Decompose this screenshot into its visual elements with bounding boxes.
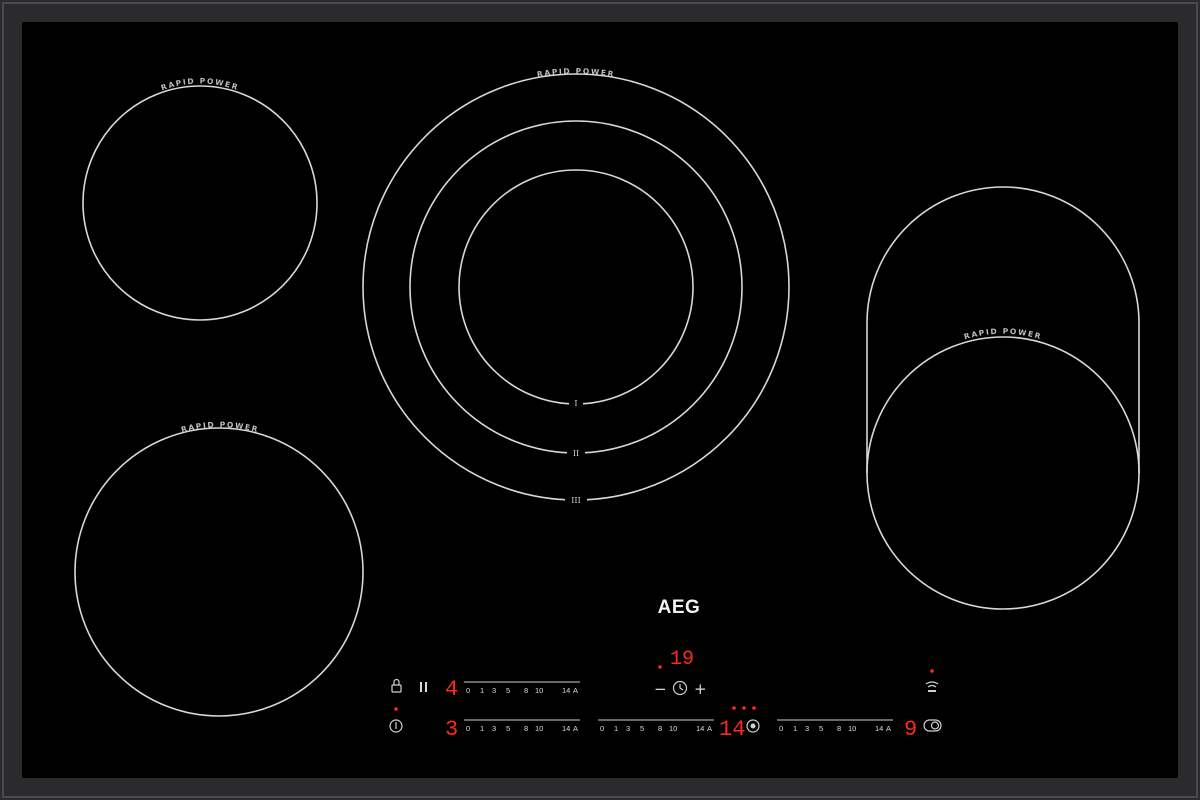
svg-text:14: 14 [562, 724, 570, 733]
svg-text:10: 10 [669, 724, 677, 733]
svg-text:10: 10 [535, 724, 543, 733]
svg-text:0: 0 [779, 724, 783, 733]
svg-text:1: 1 [480, 724, 484, 733]
right-zone-level: 9 [904, 717, 917, 742]
zone-center-ring-3-marker: III [571, 496, 580, 505]
svg-text:10: 10 [848, 724, 856, 733]
svg-text:5: 5 [819, 724, 823, 733]
svg-text:A: A [573, 724, 578, 733]
svg-text:0: 0 [466, 724, 470, 733]
svg-text:3: 3 [626, 724, 630, 733]
svg-text:3: 3 [805, 724, 809, 733]
power-indicator-dot [394, 707, 398, 711]
induction-hob-panel: RAPID POWER RAPID POWER I II III RAPID P… [0, 0, 1200, 800]
hob2hood-indicator-dot [930, 669, 934, 673]
upper-left-zone-level: 4 [445, 677, 458, 702]
svg-text:8: 8 [658, 724, 662, 733]
svg-text:5: 5 [506, 686, 510, 695]
zone-center-ring-2-marker: II [573, 449, 579, 458]
timer-display: 19 [670, 648, 694, 671]
svg-text:A: A [573, 686, 578, 695]
svg-text:0: 0 [466, 686, 470, 695]
brand-logo: AEG [658, 597, 701, 618]
svg-text:0: 0 [600, 724, 604, 733]
svg-text:5: 5 [640, 724, 644, 733]
svg-text:10: 10 [535, 686, 543, 695]
timer-plus-button[interactable]: + [694, 680, 707, 698]
svg-text:1: 1 [614, 724, 618, 733]
svg-text:8: 8 [524, 686, 528, 695]
svg-text:1: 1 [480, 686, 484, 695]
lower-left-zone-level: 3 [445, 717, 458, 742]
center-zone-level: 14 [719, 717, 745, 742]
center-zone-dot-1 [732, 706, 736, 710]
center-zone-dot-2 [742, 706, 746, 710]
svg-text:A: A [886, 724, 891, 733]
zone-center-ring-1-marker: I [574, 399, 577, 408]
svg-text:14: 14 [696, 724, 704, 733]
timer-minus-button[interactable]: − [654, 680, 667, 698]
svg-text:14: 14 [562, 686, 570, 695]
center-zone-dot-3 [752, 706, 756, 710]
svg-text:3: 3 [492, 724, 496, 733]
svg-text:A: A [707, 724, 712, 733]
ceramic-glass [22, 22, 1178, 778]
svg-text:14: 14 [875, 724, 883, 733]
timer-indicator-dot [658, 665, 662, 669]
svg-text:8: 8 [837, 724, 841, 733]
svg-text:1: 1 [793, 724, 797, 733]
svg-text:5: 5 [506, 724, 510, 733]
svg-text:3: 3 [492, 686, 496, 695]
svg-text:8: 8 [524, 724, 528, 733]
